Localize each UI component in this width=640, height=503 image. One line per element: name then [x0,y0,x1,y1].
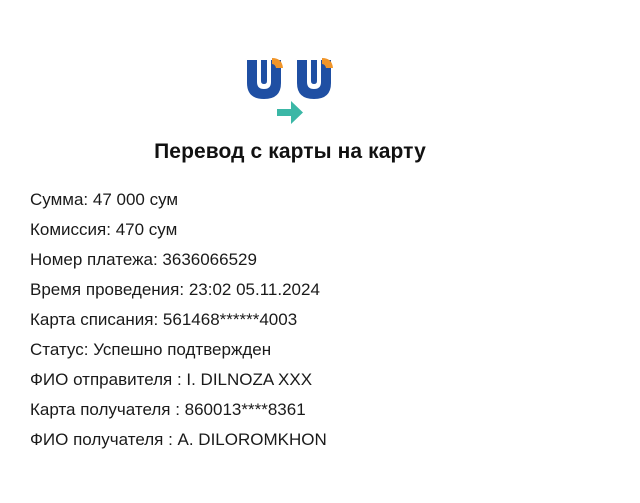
row-value: 47 000 сум [92,190,179,209]
row-separator: : [179,280,189,299]
row-payment-number: Номер платежа: 3636066529 [30,247,327,277]
receipt-title: Перевод с карты на карту [154,140,426,163]
row-commission: Комиссия: 470 сум [30,217,327,247]
row-debit-card: Карта списания: 561468******4003 [30,307,327,337]
row-value: 3636066529 [162,250,257,269]
row-label: Статус [30,340,84,359]
row-separator: : [106,220,116,239]
row-separator: : [152,250,163,269]
row-value: A. DILOROMKHON [177,430,327,449]
receipt-details: Сумма: 47 000 сум Комиссия: 470 сум Номе… [30,187,327,457]
row-label: Сумма [30,190,84,209]
row-label: Время проведения [30,280,180,299]
uzcard-transfer-logo-icon [247,58,333,124]
row-value: 470 сум [115,220,178,239]
row-separator: : [163,430,178,449]
row-value: 561468******4003 [162,310,298,329]
row-separator: : [153,310,163,329]
row-value: Успешно подтвержден [93,340,272,359]
row-label: ФИО получателя [30,430,164,449]
transfer-receipt: Перевод с карты на карту Сумма: 47 000 с… [0,0,640,503]
row-label: Комиссия [30,220,107,239]
row-label: Карта получателя [30,400,171,419]
row-label: ФИО отправителя [30,370,173,389]
row-recipient-card: Карта получателя : 860013****8361 [30,397,327,427]
row-label: Карта списания [30,310,154,329]
row-value: I. DILNOZA XXX [186,370,313,389]
row-label: Номер платежа [30,250,153,269]
row-status: Статус: Успешно подтвержден [30,337,327,367]
row-amount: Сумма: 47 000 сум [30,187,327,217]
row-sender-name: ФИО отправителя : I. DILNOZA XXX [30,367,327,397]
row-separator: : [83,190,93,209]
row-recipient-name: ФИО получателя : A. DILOROMKHON [30,427,327,457]
row-separator: : [172,370,187,389]
row-value: 23:02 05.11.2024 [188,280,320,299]
row-separator: : [170,400,185,419]
row-separator: : [83,340,94,359]
row-value: 860013****8361 [184,400,306,419]
row-time: Время проведения: 23:02 05.11.2024 [30,277,327,307]
